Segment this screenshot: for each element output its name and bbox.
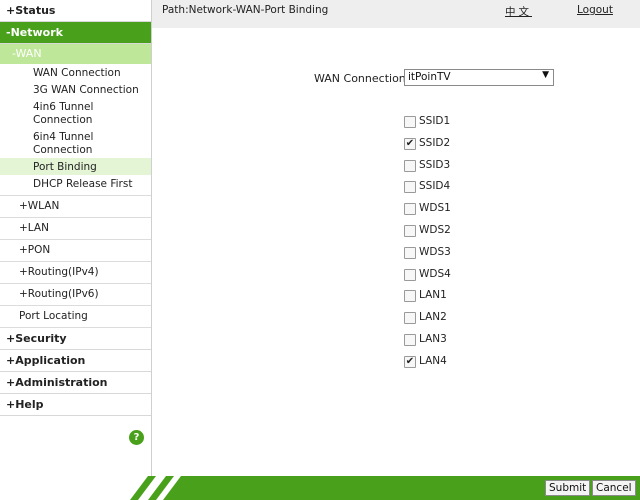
logout-link[interactable]: Logout [577,4,613,16]
nav-port-locating[interactable]: Port Locating [0,306,151,328]
port-label: LAN4 [419,355,447,367]
sidebar: +Status -Network -WAN WAN Connection 3G … [0,0,152,476]
nav-application[interactable]: +Application [0,350,151,372]
nav-dhcp-release-first[interactable]: DHCP Release First [0,175,151,192]
submit-button[interactable]: Submit [545,480,591,496]
wan-connection-value: itPoinTV [408,71,451,83]
checkbox-unchecked[interactable] [404,269,416,281]
footer-stripes [130,476,640,500]
nav-routing-ipv4[interactable]: +Routing(IPv4) [0,262,151,284]
port-label: SSID3 [419,159,451,171]
nav-4in6-tunnel-connection[interactable]: 4in6 Tunnel Connection [0,98,151,128]
port-label: SSID1 [419,115,451,127]
port-label: WDS3 [419,246,451,258]
help-icon[interactable]: ? [129,430,144,445]
checkbox-checked[interactable]: ✔ [404,356,416,368]
check-icon: ✔ [405,138,415,149]
footer: Submit Cancel [0,476,640,500]
checkbox-unchecked[interactable] [404,290,416,302]
port-label: LAN1 [419,289,447,301]
nav-help[interactable]: +Help [0,394,151,416]
nav-wlan[interactable]: +WLAN [0,196,151,218]
checkbox-unchecked[interactable] [404,247,416,259]
port-label: LAN2 [419,311,447,323]
breadcrumb: Path:Network-WAN-Port Binding [162,4,329,16]
dropdown-arrow-icon: ▼ [542,70,549,80]
port-label: SSID2 [419,137,451,149]
checkbox-unchecked[interactable] [404,203,416,215]
port-label: WDS2 [419,224,451,236]
check-icon: ✔ [405,356,415,367]
nav-lan[interactable]: +LAN [0,218,151,240]
port-label: WDS1 [419,202,451,214]
nav-network[interactable]: -Network [0,22,151,44]
checkbox-unchecked[interactable] [404,116,416,128]
port-label: WDS4 [419,268,451,280]
nav-security[interactable]: +Security [0,328,151,350]
port-label: LAN3 [419,333,447,345]
language-link[interactable]: 中文 [505,4,532,19]
header-bar: Path:Network-WAN-Port Binding 中文 Logout [152,0,640,28]
checkbox-unchecked[interactable] [404,312,416,324]
nav-status[interactable]: +Status [0,0,151,22]
checkbox-unchecked[interactable] [404,225,416,237]
cancel-button[interactable]: Cancel [592,480,636,496]
nav-routing-ipv6[interactable]: +Routing(IPv6) [0,284,151,306]
checkbox-unchecked[interactable] [404,160,416,172]
nav-port-binding[interactable]: Port Binding [0,158,151,175]
nav-administration[interactable]: +Administration [0,372,151,394]
port-label: SSID4 [419,180,451,192]
checkbox-unchecked[interactable] [404,181,416,193]
checkbox-unchecked[interactable] [404,334,416,346]
checkbox-checked[interactable]: ✔ [404,138,416,150]
wan-connection-select[interactable]: itPoinTV ▼ [404,69,554,86]
nav-wan[interactable]: -WAN [0,44,151,64]
nav-pon[interactable]: +PON [0,240,151,262]
wan-submenu: WAN Connection 3G WAN Connection 4in6 Tu… [0,64,151,196]
wan-connection-label: WAN Connection [314,72,406,85]
nav-3g-wan-connection[interactable]: 3G WAN Connection [0,81,151,98]
nav-wan-connection[interactable]: WAN Connection [0,64,151,81]
nav-6in4-tunnel-connection[interactable]: 6in4 Tunnel Connection [0,128,151,158]
